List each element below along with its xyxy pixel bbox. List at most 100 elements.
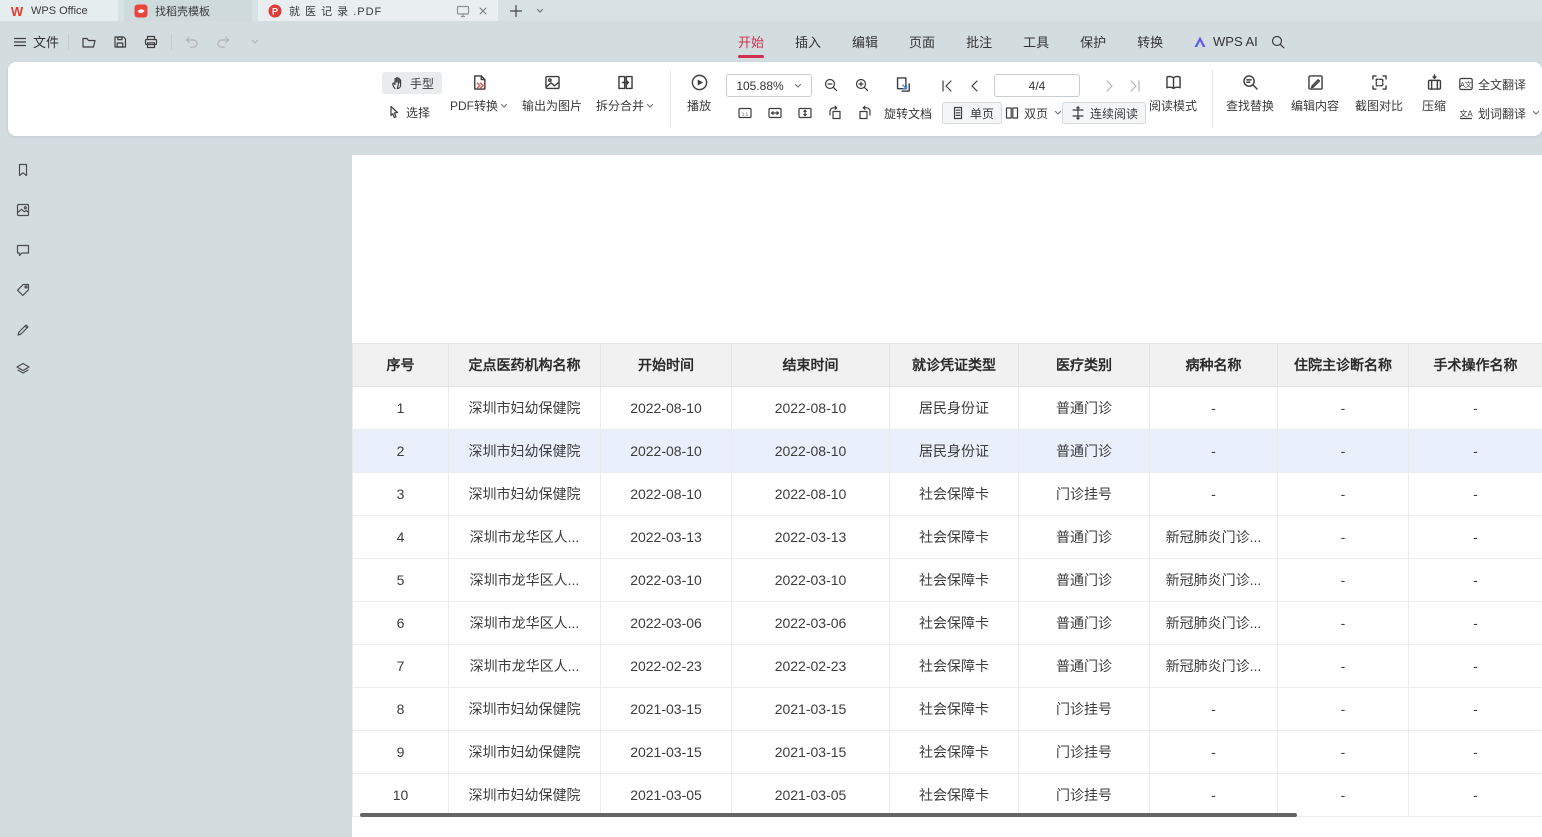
table-cell: 5	[353, 559, 449, 602]
double-page-button[interactable]: 双页	[1004, 102, 1062, 124]
next-page-button[interactable]	[1098, 75, 1120, 97]
table-cell: 社会保障卡	[890, 559, 1019, 602]
comment-panel-button[interactable]	[13, 240, 33, 260]
table-cell: -	[1409, 473, 1542, 516]
screenshot-compare-button[interactable]: 截图对比	[1348, 71, 1410, 114]
select-tool-button[interactable]: 选择	[386, 101, 430, 123]
zoom-in-icon	[854, 77, 870, 93]
table-row: 7深圳市龙华区人...2022-02-232022-02-23社会保障卡普通门诊…	[353, 645, 1542, 688]
zoom-out-button[interactable]	[820, 74, 842, 96]
svg-text:文A: 文A	[1459, 109, 1473, 119]
tab-docer-templates[interactable]: 找稻壳模板	[124, 0, 252, 21]
read-mode-button[interactable]: 阅读模式	[1142, 71, 1204, 114]
history-dropdown-button[interactable]	[243, 31, 265, 53]
chevron-down-icon	[1532, 109, 1540, 117]
single-page-button[interactable]: 单页	[942, 102, 1002, 124]
undo-button[interactable]	[181, 31, 203, 53]
play-button[interactable]: 播放	[676, 71, 722, 114]
table-cell: 9	[353, 731, 449, 774]
table-cell: 深圳市妇幼保健院	[449, 473, 601, 516]
word-translate-button[interactable]: 文A 划词翻译	[1458, 102, 1540, 124]
menu-search-button[interactable]	[1270, 21, 1286, 62]
layers-panel-button[interactable]	[13, 359, 33, 379]
annotation-panel-button[interactable]	[13, 320, 33, 340]
page-number-input[interactable]: 4/4	[994, 74, 1080, 97]
table-cell: -	[1409, 430, 1542, 473]
table-cell: 新冠肺炎门诊...	[1150, 645, 1278, 688]
table-cell: 8	[353, 688, 449, 731]
extract-page-button[interactable]	[892, 73, 914, 95]
double-page-icon	[1004, 105, 1020, 121]
close-icon[interactable]	[477, 5, 489, 17]
menu-items: 开始插入编辑页面批注工具保护转换	[738, 21, 1163, 62]
menu-item[interactable]: 页面	[909, 21, 935, 62]
attachment-panel-button[interactable]	[13, 280, 33, 300]
bookmark-panel-button[interactable]	[13, 160, 33, 180]
table-cell: 2022-02-23	[601, 645, 732, 688]
monitor-icon[interactable]	[455, 3, 471, 19]
find-replace-button[interactable]: 查找替换	[1218, 71, 1282, 114]
rotate-document-button[interactable]: 旋转文档	[884, 102, 932, 124]
file-menu-button[interactable]: 文件	[12, 32, 59, 51]
tab-document[interactable]: P 就 医 记 录 .PDF	[258, 0, 498, 21]
table-cell: 2021-03-05	[601, 774, 732, 817]
toolbar-panel: 手型 选择 PDF转换 输出为图片 拆分合并 播放 105.88% 4/4 1:…	[8, 62, 1542, 136]
redo-button[interactable]	[212, 31, 234, 53]
export-image-button[interactable]: 输出为图片	[516, 71, 588, 114]
export-image-icon	[543, 73, 562, 92]
divider	[1212, 70, 1213, 128]
table-cell: 2022-08-10	[732, 387, 890, 430]
rotate-right-button[interactable]	[854, 102, 876, 124]
continuous-read-button[interactable]: 连续阅读	[1062, 102, 1146, 124]
rotate-left-button[interactable]	[824, 102, 846, 124]
wps-ai-button[interactable]: WPS AI	[1192, 21, 1258, 62]
edit-content-button[interactable]: 编辑内容	[1284, 71, 1346, 114]
table-cell: 普通门诊	[1019, 645, 1150, 688]
bookmark-icon	[15, 162, 31, 178]
print-icon	[143, 34, 159, 50]
play-icon	[690, 73, 709, 92]
menu-item[interactable]: 转换	[1137, 21, 1163, 62]
save-button[interactable]	[109, 31, 131, 53]
zoom-select[interactable]: 105.88%	[726, 74, 812, 97]
hand-tool-button[interactable]: 手型	[382, 72, 442, 94]
full-translate-button[interactable]: A文 全文翻译	[1458, 73, 1526, 95]
fit-width-icon	[767, 105, 783, 121]
fit-page-button[interactable]	[794, 102, 816, 124]
pdf-convert-button[interactable]: PDF转换	[448, 71, 510, 114]
actual-size-button[interactable]: 1:1	[734, 102, 756, 124]
continuous-read-icon	[1070, 105, 1086, 121]
table-cell: 深圳市龙华区人...	[449, 645, 601, 688]
table-row: 9深圳市妇幼保健院2021-03-152021-03-15社会保障卡门诊挂号--…	[353, 731, 1542, 774]
fit-width-button[interactable]	[764, 102, 786, 124]
table-row: 1深圳市妇幼保健院2022-08-102022-08-10居民身份证普通门诊--…	[353, 387, 1542, 430]
divider	[68, 34, 69, 50]
table-header-cell: 医疗类别	[1019, 344, 1150, 387]
svg-text:A文: A文	[1460, 80, 1472, 89]
tab-list-chevron-icon[interactable]	[536, 7, 544, 15]
new-tab-plus-icon[interactable]	[508, 3, 524, 19]
print-button[interactable]	[140, 31, 162, 53]
first-page-button[interactable]	[936, 75, 958, 97]
prev-page-button[interactable]	[964, 75, 986, 97]
menu-item[interactable]: 编辑	[852, 21, 878, 62]
thumbnail-panel-button[interactable]	[13, 200, 33, 220]
table-cell: 深圳市妇幼保健院	[449, 430, 601, 473]
screenshot-compare-icon	[1370, 73, 1389, 92]
compress-button[interactable]: 压缩	[1412, 71, 1456, 114]
tab-wps-office[interactable]: W WPS Office	[0, 0, 118, 21]
table-header-cell: 病种名称	[1150, 344, 1278, 387]
split-merge-button[interactable]: 拆分合并	[592, 71, 658, 114]
compress-icon	[1425, 73, 1444, 92]
menu-item[interactable]: 插入	[795, 21, 821, 62]
menu-item[interactable]: 保护	[1080, 21, 1106, 62]
menu-item[interactable]: 开始	[738, 21, 764, 62]
menu-item[interactable]: 批注	[966, 21, 992, 62]
horizontal-scrollbar[interactable]	[360, 813, 1297, 817]
table-header-cell: 序号	[353, 344, 449, 387]
menu-item[interactable]: 工具	[1023, 21, 1049, 62]
annotation-pen-icon	[15, 322, 31, 338]
table-cell: 社会保障卡	[890, 688, 1019, 731]
zoom-in-button[interactable]	[851, 74, 873, 96]
open-file-button[interactable]	[78, 31, 100, 53]
